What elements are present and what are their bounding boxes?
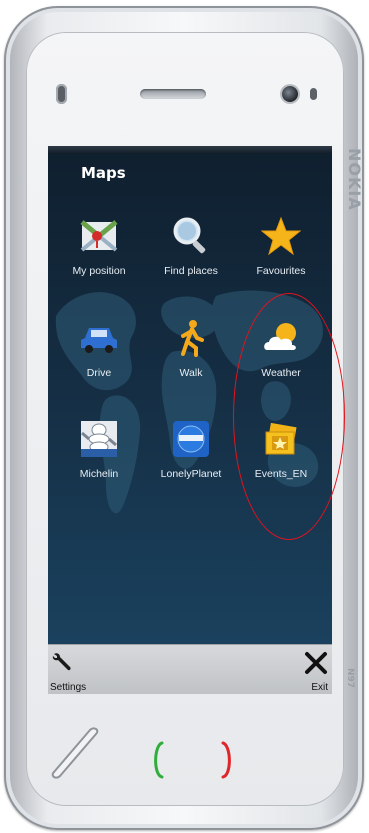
model-label: N97: [345, 668, 355, 689]
settings-label: Settings: [50, 682, 87, 693]
app-label: Drive: [86, 367, 112, 379]
earpiece-speaker: [140, 89, 206, 99]
end-key-icon[interactable]: [221, 741, 235, 779]
walking-person-icon: [181, 320, 204, 357]
exit-label: Exit: [311, 682, 328, 693]
stylus-icon: [51, 727, 99, 779]
app-label: Favourites: [256, 265, 306, 277]
app-my-position[interactable]: My position: [57, 216, 141, 296]
app-lonelyplanet[interactable]: LonelyPlanet: [149, 419, 233, 499]
app-michelin[interactable]: Michelin: [57, 419, 141, 499]
wrench-icon: [52, 653, 71, 671]
magnifier-icon: [173, 217, 206, 254]
app-favourites[interactable]: Favourites: [239, 216, 323, 296]
lonely-planet-icon: [173, 421, 209, 457]
app-label: Michelin: [79, 468, 119, 480]
call-key-icon[interactable]: [150, 741, 164, 779]
app-walk[interactable]: Walk: [149, 318, 233, 398]
app-drive[interactable]: Drive: [57, 318, 141, 398]
light-sensor: [310, 88, 317, 100]
map-pin-icon: [80, 220, 118, 252]
michelin-man-icon: [81, 421, 117, 457]
app-label: Find places: [164, 265, 218, 277]
highlight-circle: [233, 293, 345, 540]
page-title: Maps: [81, 164, 126, 182]
star-icon: [261, 216, 301, 256]
front-camera: [282, 86, 298, 102]
app-label: My position: [72, 265, 126, 277]
app-label: Walk: [179, 367, 203, 379]
settings-button[interactable]: Settings: [50, 651, 110, 694]
proximity-sensor: [56, 84, 67, 104]
app-label: LonelyPlanet: [160, 468, 222, 480]
brand-logo: NOKIA: [345, 148, 364, 211]
app-find-places[interactable]: Find places: [149, 216, 233, 296]
car-icon: [81, 328, 117, 353]
exit-button[interactable]: Exit: [288, 651, 328, 694]
close-icon: [305, 652, 327, 674]
softkey-bar: Settings Exit: [48, 644, 332, 694]
